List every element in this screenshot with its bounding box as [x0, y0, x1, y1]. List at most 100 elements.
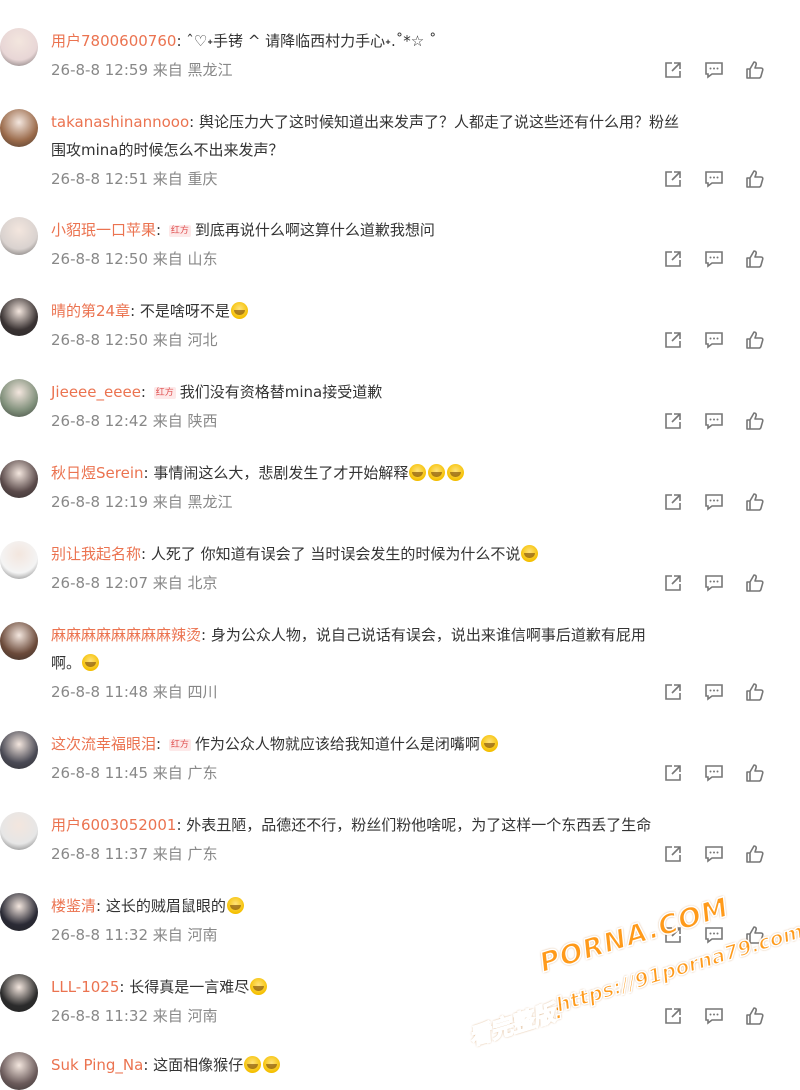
- like-icon[interactable]: [745, 330, 765, 350]
- share-icon[interactable]: [663, 169, 683, 189]
- comment-icon[interactable]: [704, 1006, 724, 1026]
- avatar[interactable]: [0, 1052, 38, 1090]
- comment-actions: [663, 330, 765, 350]
- comment-text: 舆论压力大了这时候知道出来发声了？人都走了说这些还有什么用？粉丝: [198, 113, 679, 131]
- avatar[interactable]: [0, 541, 38, 579]
- comment-icon[interactable]: [704, 925, 724, 945]
- comment-text-line: Jieeee_eeee: 红方 我们没有资格替mina接受道歉: [51, 383, 383, 401]
- comment-actions: [663, 60, 765, 80]
- share-icon[interactable]: [663, 763, 683, 783]
- comment-text: 事情闹这么大，悲剧发生了才开始解释: [153, 464, 409, 482]
- share-icon[interactable]: [663, 60, 683, 80]
- username-link[interactable]: 晴的第24章: [51, 302, 130, 320]
- comment-text-line: LLL-1025: 长得真是一言难尽: [51, 973, 770, 1001]
- comment-text: 人死了 你知道有误会了 当时误会发生的时候为什么不说: [150, 545, 521, 563]
- avatar[interactable]: [0, 298, 38, 336]
- username-link[interactable]: 用户6003052001: [51, 816, 176, 834]
- like-icon[interactable]: [745, 573, 765, 593]
- comment-meta: 26-8-8 12:50 来自 河北: [51, 331, 218, 349]
- comment-meta: 26-8-8 11:32 来自 河南: [51, 926, 218, 944]
- avatar[interactable]: [0, 893, 38, 931]
- comment-text-line: 用户7800600760: ˆ♡˖手铐 ^ 请降临西村力手心˖.˚*☆ ˚: [51, 32, 437, 50]
- comment-text: ˆ♡˖手铐 ^ 请降临西村力手心˖.˚*☆ ˚: [186, 32, 437, 50]
- comment-text-line: 麻麻麻麻麻麻麻麻辣烫: 身为公众人物，说自己说话有误会，说出来谁信啊事后道歉有屁…: [51, 626, 646, 644]
- comment-text: 这长的贼眉鼠眼的: [105, 897, 226, 915]
- share-icon[interactable]: [663, 249, 683, 269]
- share-icon[interactable]: [663, 1006, 683, 1026]
- comment-icon[interactable]: [704, 60, 724, 80]
- like-icon[interactable]: [745, 169, 765, 189]
- comment-actions: [663, 925, 765, 945]
- comment-meta: 26-8-8 11:48 来自 四川: [51, 683, 218, 701]
- avatar[interactable]: [0, 217, 38, 255]
- comment-meta: 26-8-8 11:37 来自 广东: [51, 845, 218, 863]
- avatar[interactable]: [0, 974, 38, 1012]
- avatar[interactable]: [0, 460, 38, 498]
- comment-icon[interactable]: [704, 682, 724, 702]
- like-icon[interactable]: [745, 682, 765, 702]
- share-icon[interactable]: [663, 844, 683, 864]
- avatar[interactable]: [0, 28, 38, 66]
- comment-actions: [663, 1006, 765, 1026]
- avatar[interactable]: [0, 109, 38, 147]
- username-link[interactable]: 麻麻麻麻麻麻麻麻辣烫: [51, 626, 201, 644]
- username-link[interactable]: 别让我起名称: [51, 545, 141, 563]
- comment-text-line: 秋日煜Serein: 事情闹这么大，悲剧发生了才开始解释: [51, 459, 770, 487]
- comment-icon[interactable]: [704, 411, 724, 431]
- comment-actions: [663, 411, 765, 431]
- username-link[interactable]: Jieeee_eeee: [51, 383, 141, 401]
- like-icon[interactable]: [745, 60, 765, 80]
- user-badge: 红方: [168, 739, 191, 751]
- avatar[interactable]: [0, 731, 38, 769]
- share-icon[interactable]: [663, 573, 683, 593]
- comment-text-line: 楼鉴清: 这长的贼眉鼠眼的: [51, 892, 770, 920]
- username-link[interactable]: 小貂珉一口苹果: [51, 221, 156, 239]
- share-icon[interactable]: [663, 492, 683, 512]
- comment-icon[interactable]: [704, 330, 724, 350]
- comment-actions: [663, 763, 765, 783]
- like-icon[interactable]: [745, 249, 765, 269]
- comment-icon[interactable]: [704, 763, 724, 783]
- username-link[interactable]: takanashinannooo: [51, 113, 189, 131]
- emoji-icon: [428, 464, 446, 481]
- watermark-line3: 看完整版:: [466, 998, 567, 1052]
- comment-actions: [663, 573, 765, 593]
- share-icon[interactable]: [663, 682, 683, 702]
- comment-meta: 26-8-8 12:51 来自 重庆: [51, 170, 218, 188]
- username-link[interactable]: 用户7800600760: [51, 32, 176, 50]
- user-badge: 红方: [168, 225, 191, 237]
- comment-text-line: 啊。: [51, 649, 770, 677]
- like-icon[interactable]: [745, 763, 765, 783]
- share-icon[interactable]: [663, 925, 683, 945]
- username-link[interactable]: 这次流幸福眼泪: [51, 735, 156, 753]
- username-link[interactable]: 秋日煜Serein: [51, 464, 144, 482]
- comment-icon[interactable]: [704, 492, 724, 512]
- comment-text-line: 围攻mina的时候怎么不出来发声？: [51, 136, 770, 164]
- comment-text: 我们没有资格替mina接受道歉: [179, 383, 383, 401]
- avatar[interactable]: [0, 622, 38, 660]
- comment-icon[interactable]: [704, 249, 724, 269]
- like-icon[interactable]: [745, 411, 765, 431]
- share-icon[interactable]: [663, 330, 683, 350]
- like-icon[interactable]: [745, 492, 765, 512]
- comment-text-line: Suk Ping_Na: 这面相像猴仔: [51, 1051, 770, 1079]
- emoji-icon: [226, 897, 244, 914]
- comment-meta: 26-8-8 12:07 来自 北京: [51, 574, 218, 592]
- username-link[interactable]: LLL-1025: [51, 978, 119, 996]
- like-icon[interactable]: [745, 844, 765, 864]
- share-icon[interactable]: [663, 411, 683, 431]
- like-icon[interactable]: [745, 1006, 765, 1026]
- comment-actions: [663, 844, 765, 864]
- username-link[interactable]: 楼鉴清: [51, 897, 96, 915]
- like-icon[interactable]: [745, 925, 765, 945]
- avatar[interactable]: [0, 812, 38, 850]
- comment-actions: [663, 249, 765, 269]
- emoji-icon: [409, 464, 427, 481]
- comment-text-line: 别让我起名称: 人死了 你知道有误会了 当时误会发生的时候为什么不说: [51, 540, 770, 568]
- comment-icon[interactable]: [704, 169, 724, 189]
- avatar[interactable]: [0, 379, 38, 417]
- username-link[interactable]: Suk Ping_Na: [51, 1056, 143, 1074]
- comment-icon[interactable]: [704, 844, 724, 864]
- comment-icon[interactable]: [704, 573, 724, 593]
- emoji-icon: [521, 545, 539, 562]
